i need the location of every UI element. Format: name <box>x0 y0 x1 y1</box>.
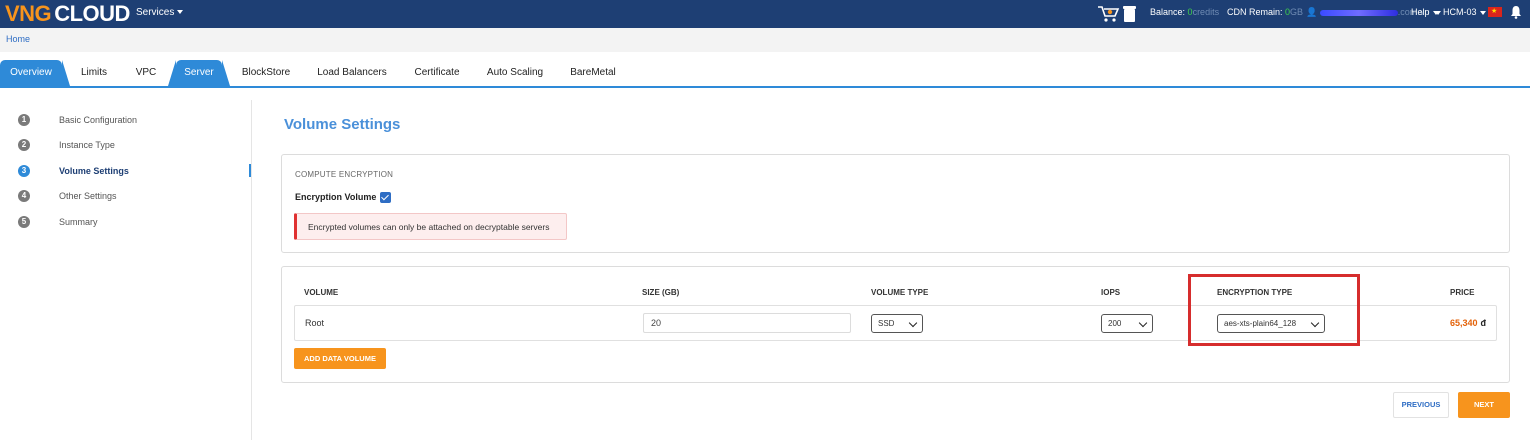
step-label: Volume Settings <box>59 166 129 176</box>
balance-readout: Balance: 0credits <box>1150 7 1219 17</box>
balance-unit: credits <box>1192 7 1220 17</box>
encryption-card: COMPUTE ENCRYPTION Encryption Volume Enc… <box>281 154 1510 253</box>
volume-type-select[interactable]: SSD <box>871 314 923 333</box>
step-volume-settings[interactable]: 3 Volume Settings <box>18 165 248 179</box>
tab-overview[interactable]: Overview <box>0 60 70 86</box>
help-menu[interactable]: Help <box>1411 7 1439 17</box>
previous-button[interactable]: PREVIOUS <box>1393 392 1449 418</box>
col-header-price: PRICE <box>1450 288 1475 297</box>
tab-certificate[interactable]: Certificate <box>406 60 468 86</box>
step-number: 4 <box>18 190 30 202</box>
step-other-settings[interactable]: 4 Other Settings <box>18 190 248 204</box>
help-label: Help <box>1411 7 1430 17</box>
services-label: Services <box>136 7 175 18</box>
col-header-size: SIZE (GB) <box>642 288 680 297</box>
section-header: COMPUTE ENCRYPTION <box>295 170 394 179</box>
price-value: 65,340 đ <box>1450 318 1486 328</box>
volume-type-value: SSD <box>878 319 895 328</box>
bucket-icon <box>1124 9 1135 22</box>
breadcrumb: Home <box>0 28 1530 52</box>
step-instance-type[interactable]: 2 Instance Type <box>18 139 248 153</box>
step-label: Basic Configuration <box>59 115 138 125</box>
cdn-readout: CDN Remain: 0GB <box>1227 7 1303 17</box>
vng-cloud-logo[interactable]: VNG CLOUD <box>5 2 130 26</box>
cart-icon[interactable] <box>1096 3 1140 23</box>
tab-limits[interactable]: Limits <box>72 60 116 86</box>
iops-value: 200 <box>1108 319 1122 328</box>
page-title: Volume Settings <box>284 116 401 133</box>
wizard-steps: 1 Basic Configuration 2 Instance Type 3 … <box>0 100 252 440</box>
tab-baremetal[interactable]: BareMetal <box>562 60 624 86</box>
encryption-volume-label: Encryption Volume <box>295 192 377 202</box>
col-header-volume: VOLUME <box>304 288 339 297</box>
cdn-unit: GB <box>1290 7 1304 17</box>
top-navbar: VNG CLOUD Services Balance: 0credits CDN … <box>0 0 1530 28</box>
step-summary[interactable]: 5 Summary <box>18 216 248 230</box>
encryption-alert: Encrypted volumes can only be attached o… <box>294 213 567 240</box>
step-number: 1 <box>18 114 30 126</box>
tab-load-balancers[interactable]: Load Balancers <box>312 60 392 86</box>
step-basic-configuration[interactable]: 1 Basic Configuration <box>18 114 248 128</box>
bell-icon[interactable] <box>1510 5 1522 19</box>
size-input[interactable]: 20 <box>643 313 851 333</box>
col-header-volume-type: VOLUME TYPE <box>871 288 929 297</box>
iops-select[interactable]: 200 <box>1101 314 1153 333</box>
step-number: 5 <box>18 216 30 228</box>
user-icon: 👤 <box>1306 7 1318 17</box>
tab-auto-scaling[interactable]: Auto Scaling <box>480 60 550 86</box>
logo-text-vng: VNG <box>5 1 52 26</box>
step-label: Other Settings <box>59 191 117 201</box>
chevron-down-icon <box>908 318 918 328</box>
region-menu[interactable]: HCM-03 <box>1443 7 1486 17</box>
price-amount: 65,340 <box>1450 318 1478 328</box>
encryption-type-highlight <box>1188 274 1360 346</box>
main-tabs: Overview Limits VPC Server BlockStore Lo… <box>0 60 1530 88</box>
step-number: 3 <box>18 165 30 177</box>
vn-flag-icon[interactable] <box>1488 7 1502 17</box>
step-label: Instance Type <box>59 140 115 150</box>
step-number: 2 <box>18 139 30 151</box>
next-button[interactable]: NEXT <box>1458 392 1510 418</box>
logo-text-cloud: CLOUD <box>54 1 130 26</box>
balance-label: Balance: <box>1150 7 1186 17</box>
cdn-label: CDN Remain: <box>1227 7 1283 17</box>
alert-text: Encrypted volumes can only be attached o… <box>308 222 550 232</box>
size-value: 20 <box>651 318 662 328</box>
col-header-iops: IOPS <box>1101 288 1121 297</box>
encryption-volume-checkbox[interactable] <box>380 192 391 203</box>
price-currency: đ <box>1480 318 1487 328</box>
user-email-redacted <box>1319 9 1398 16</box>
step-label: Summary <box>59 217 98 227</box>
tab-blockstore[interactable]: BlockStore <box>236 60 296 86</box>
volume-name: Root <box>305 318 325 328</box>
active-step-marker <box>249 164 251 177</box>
tab-server[interactable]: Server <box>168 60 230 86</box>
add-data-volume-button[interactable]: ADD DATA VOLUME <box>294 348 386 369</box>
services-menu[interactable]: Services <box>136 7 183 18</box>
chevron-down-icon <box>1138 318 1148 328</box>
breadcrumb-home[interactable]: Home <box>6 34 30 44</box>
region-label: HCM-03 <box>1443 7 1477 17</box>
tab-vpc[interactable]: VPC <box>128 60 164 86</box>
